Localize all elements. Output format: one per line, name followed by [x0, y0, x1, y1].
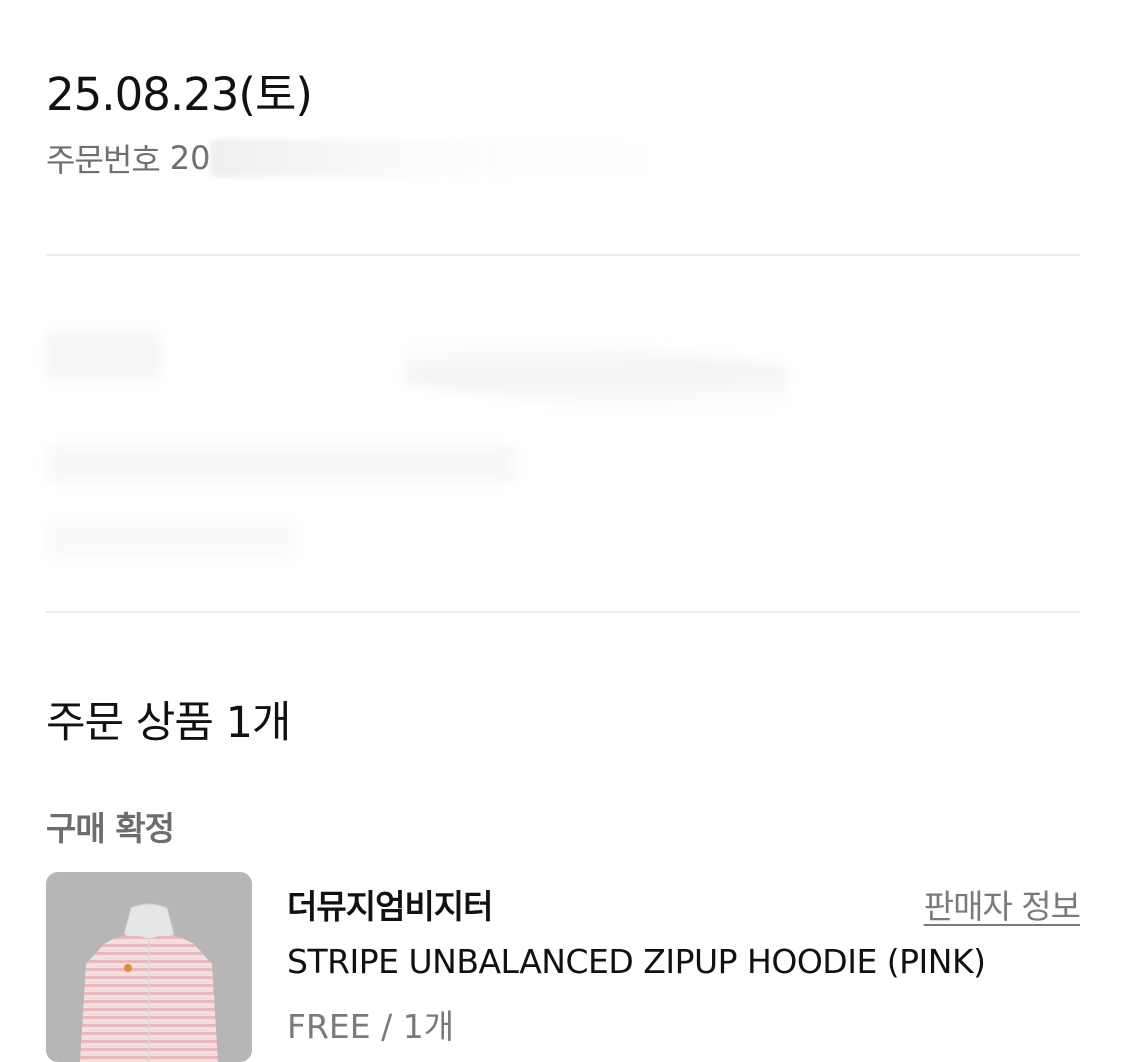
product-option: FREE / 1개: [287, 1007, 455, 1046]
order-number-row: 주문번호 20: [46, 138, 731, 179]
divider: [46, 611, 1080, 613]
purchase-status-label: 구매 확정: [46, 809, 175, 848]
redaction-smudge: [402, 313, 790, 437]
seller-info-link[interactable]: 판매자 정보: [924, 880, 1081, 928]
order-date: 25.08.23(토): [46, 68, 313, 121]
product-name[interactable]: STRIPE UNBALANCED ZIPUP HOODIE (PINK): [287, 942, 986, 981]
recipient-info-redacted: [46, 280, 1080, 600]
recipient-name-redacted: [46, 330, 161, 380]
pink-striped-hoodie-image: [80, 903, 218, 1062]
recipient-phone-redacted: [46, 520, 296, 558]
recipient-address-redacted: [46, 445, 516, 483]
order-number-redaction: [210, 139, 731, 177]
product-thumbnail[interactable]: [46, 872, 252, 1062]
order-number-value: 20: [169, 139, 211, 177]
order-detail-page: 25.08.23(토) 주문번호 20 주문 상품 1개 구매 확정 더뮤지엄비…: [0, 0, 1125, 1062]
divider: [46, 254, 1080, 256]
order-products-title: 주문 상품 1개: [46, 698, 291, 748]
order-number-label: 주문번호: [46, 141, 161, 179]
seller-name[interactable]: 더뮤지엄비지터: [287, 880, 494, 928]
